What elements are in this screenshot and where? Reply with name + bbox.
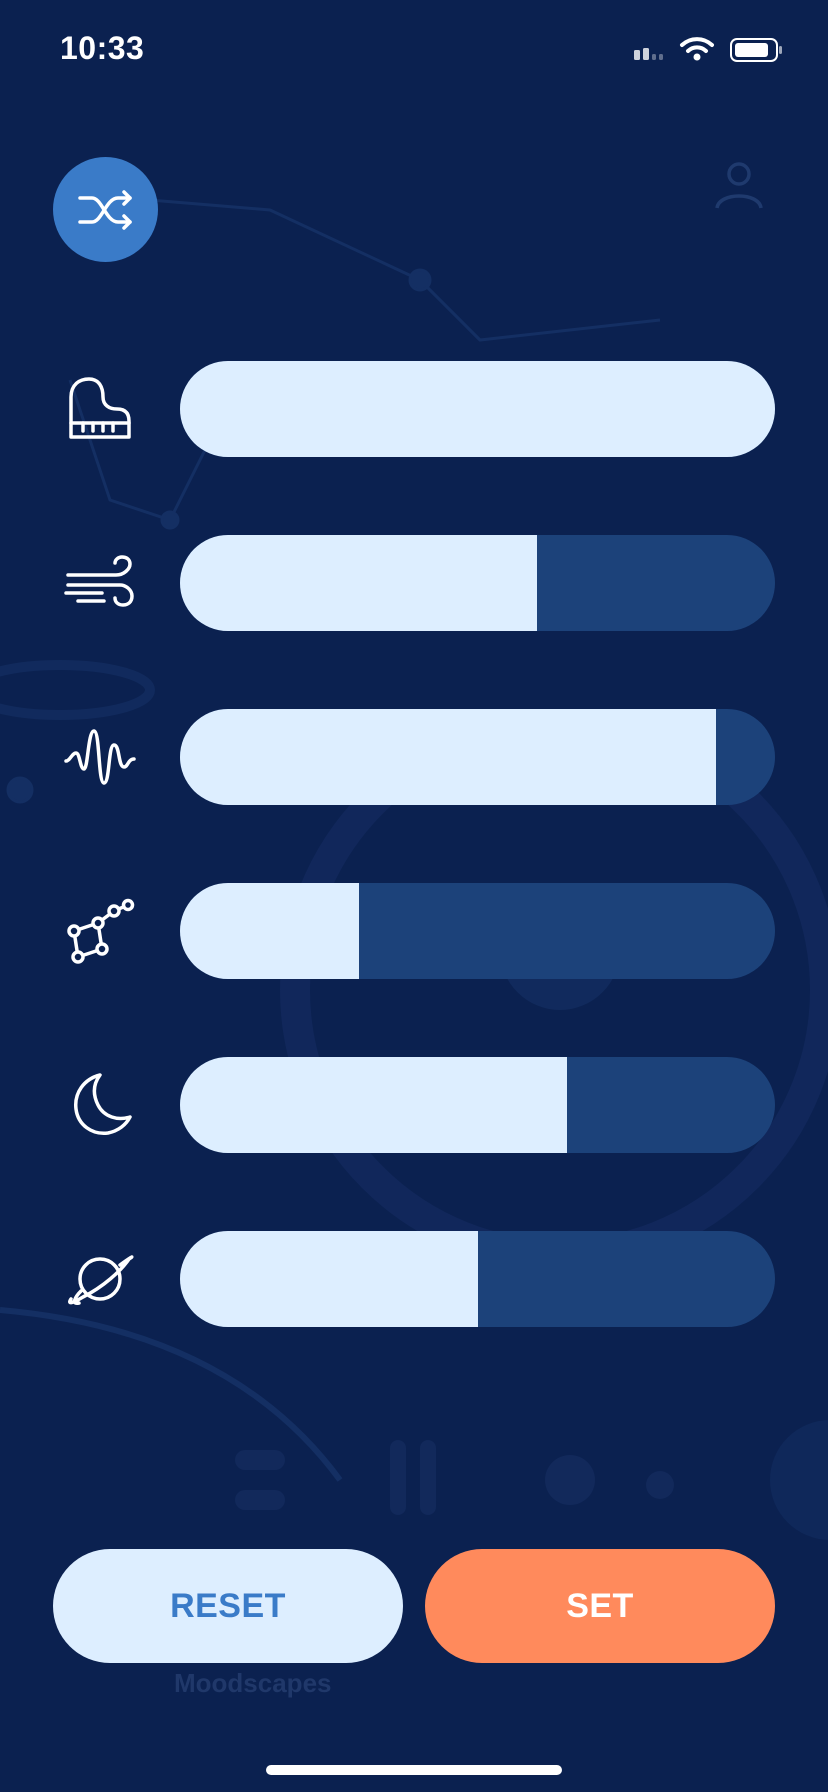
wifi-icon: [680, 37, 714, 61]
waveform-volume-slider[interactable]: [180, 709, 775, 805]
status-icons: [634, 36, 794, 71]
constellation-icon: [60, 898, 140, 964]
slider-fill: [180, 883, 359, 979]
slider-row-wind: [0, 535, 828, 631]
wind-icon: [60, 551, 140, 615]
slider-row-waveform: [0, 709, 828, 805]
tab-label-moodscapes[interactable]: Moodscapes: [174, 1668, 332, 1699]
set-button[interactable]: SET: [425, 1549, 775, 1663]
slider-row-moon: [0, 1057, 828, 1153]
shuffle-button[interactable]: [53, 157, 158, 262]
cellular-signal-icon: [634, 48, 663, 60]
wind-volume-slider[interactable]: [180, 535, 775, 631]
slider-fill: [180, 361, 775, 457]
slider-row-piano: [0, 361, 828, 457]
shuffle-icon: [77, 189, 132, 230]
reset-button[interactable]: RESET: [53, 1549, 403, 1663]
battery-icon: [730, 38, 782, 62]
slider-fill: [180, 709, 716, 805]
waveform-icon: [60, 725, 140, 789]
profile-icon[interactable]: [713, 158, 765, 215]
constellation-volume-slider[interactable]: [180, 883, 775, 979]
slider-fill: [180, 1231, 478, 1327]
piano-icon: [60, 377, 140, 441]
moon-icon: [60, 1073, 140, 1137]
planet-icon: [60, 1247, 140, 1311]
home-indicator: [266, 1765, 562, 1775]
slider-fill: [180, 535, 537, 631]
slider-fill: [180, 1057, 567, 1153]
status-time: 10:33: [60, 30, 145, 66]
slider-row-planet: [0, 1231, 828, 1327]
piano-volume-slider[interactable]: [180, 361, 775, 457]
moon-volume-slider[interactable]: [180, 1057, 775, 1153]
planet-volume-slider[interactable]: [180, 1231, 775, 1327]
slider-row-constellation: [0, 883, 828, 979]
